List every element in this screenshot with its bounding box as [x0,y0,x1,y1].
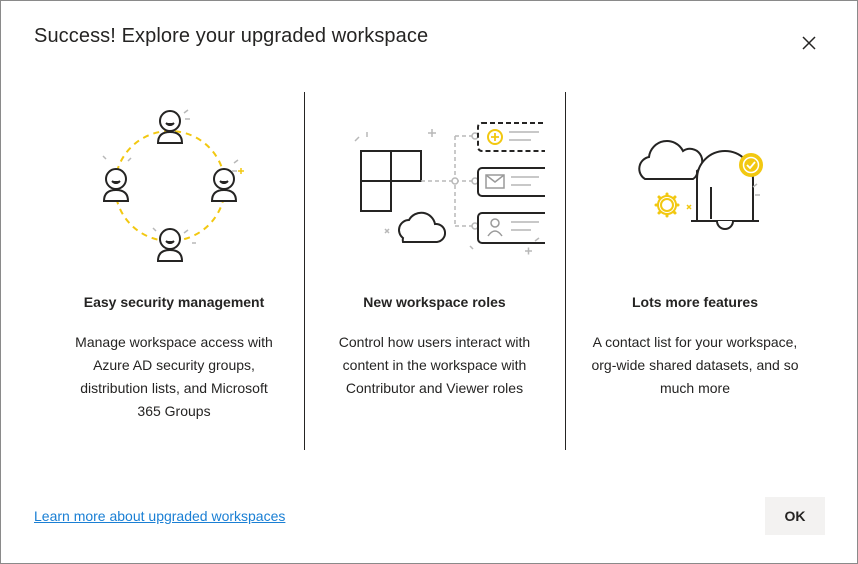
more-features-illustration [566,91,824,271]
feature-description: Control how users interact with content … [338,334,531,396]
feature-roles: New workspace roles Control how users in… [305,91,564,451]
feature-security: Easy security management Manage workspac… [45,91,303,451]
feature-description: Manage workspace access with Azure AD se… [75,334,273,419]
feature-more: Lots more features A contact list for yo… [566,91,824,451]
upgrade-success-dialog: Success! Explore your upgraded workspace [0,0,858,564]
ok-button[interactable]: OK [765,497,825,535]
feature-description: A contact list for your workspace, org-w… [591,334,799,396]
security-groups-illustration [45,91,303,271]
feature-title: Easy security management [83,294,265,310]
learn-more-link[interactable]: Learn more about upgraded workspaces [34,508,285,524]
dialog-title: Success! Explore your upgraded workspace [34,25,429,47]
close-icon [802,36,816,50]
close-button[interactable] [797,31,821,55]
feature-title: New workspace roles [363,294,506,310]
workspace-roles-illustration [305,91,564,271]
feature-title: Lots more features [631,294,759,310]
